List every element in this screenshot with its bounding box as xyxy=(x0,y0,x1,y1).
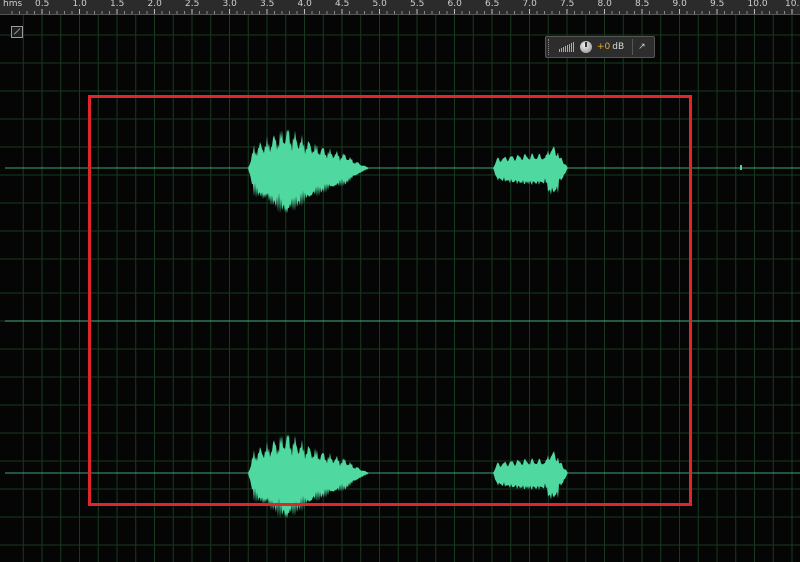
ruler-tick-label: 5.0 xyxy=(372,0,387,9)
ruler-tick-label: 2.0 xyxy=(147,0,162,9)
gain-value[interactable]: +0 xyxy=(597,42,610,52)
pin-icon[interactable]: ↗ xyxy=(638,42,646,52)
gain-knob[interactable] xyxy=(580,41,592,53)
ruler-tick-label: 3.5 xyxy=(260,0,275,9)
ruler-tick-label: 4.0 xyxy=(297,0,312,9)
ruler-tick-label: 6.5 xyxy=(485,0,500,9)
ruler-tick-label: 9.5 xyxy=(710,0,725,9)
ruler-tick-label: 3.0 xyxy=(222,0,237,9)
ruler-tick-label: 5.5 xyxy=(410,0,425,9)
ruler-tick-label: 1.5 xyxy=(110,0,125,9)
ruler-tick-label: 8.0 xyxy=(597,0,612,9)
selection-rectangle[interactable] xyxy=(88,95,692,506)
ruler-tick-label: 6.0 xyxy=(447,0,462,9)
time-ruler[interactable]: hms 0.5 1.0 1.5 2.0 2.5 3.0 3.5 4.0 4.5 5.0 5.5 6.0… xyxy=(0,0,800,15)
ruler-tick-label: 10.0 xyxy=(747,0,768,9)
ruler-tick-label: 1.0 xyxy=(72,0,87,9)
ruler-tick-label: 9.0 xyxy=(672,0,687,9)
level-meter-icon xyxy=(559,42,574,52)
heads-up-display[interactable]: +0 dB ↗ xyxy=(545,36,655,58)
hud-divider xyxy=(632,39,634,55)
ruler-unit-label: hms xyxy=(3,0,23,9)
ruler-tick-label: 7.0 xyxy=(522,0,537,9)
waveform-blip xyxy=(740,165,742,170)
ruler-tick-label: 10.5 xyxy=(785,0,800,9)
grip-handle[interactable] xyxy=(548,39,553,55)
ruler-tick-label: 0.5 xyxy=(35,0,50,9)
waveform-editor[interactable]: +0 dB ↗ xyxy=(0,15,800,562)
ruler-tick-label: 7.5 xyxy=(560,0,575,9)
toggle-hud-icon[interactable] xyxy=(11,26,23,38)
ruler-tick-label: 8.5 xyxy=(635,0,650,9)
gain-unit: dB xyxy=(612,42,625,52)
ruler-tick-label: 4.5 xyxy=(335,0,350,9)
ruler-tick-label: 2.5 xyxy=(185,0,200,9)
